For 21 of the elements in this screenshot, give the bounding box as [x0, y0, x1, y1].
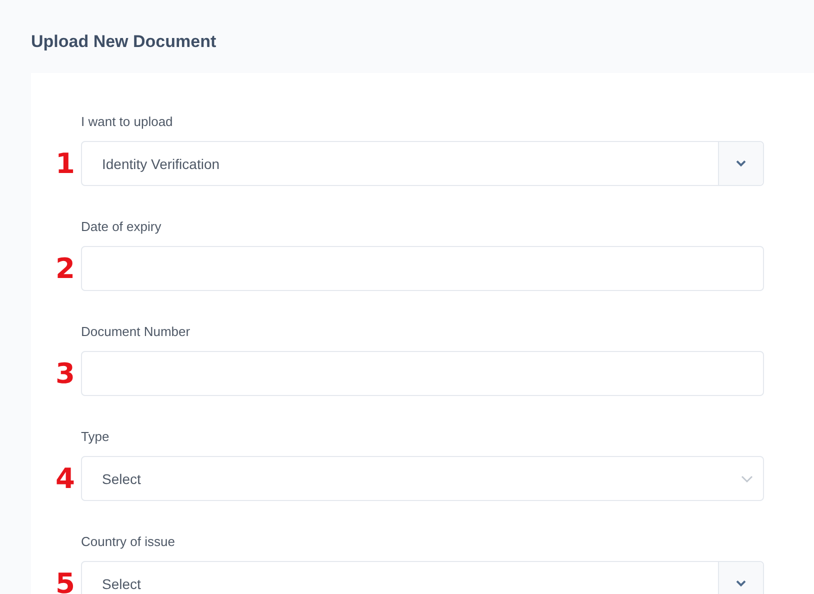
- dropdown-button[interactable]: [718, 142, 763, 185]
- input-field[interactable]: [81, 246, 764, 291]
- step-number: 4: [54, 461, 76, 497]
- dropdown-button[interactable]: [718, 562, 763, 594]
- select-field[interactable]: Identity Verification: [81, 141, 764, 186]
- step-number: 2: [54, 251, 76, 287]
- select-field[interactable]: Select: [81, 561, 764, 594]
- page-title: Upload New Document: [31, 31, 218, 53]
- input-field[interactable]: [81, 351, 764, 396]
- chevron-icon: [736, 580, 746, 587]
- field-label: I want to upload: [81, 114, 174, 130]
- chevron-icon: [736, 160, 746, 167]
- chevron-icon: [741, 474, 753, 482]
- field-label: Type: [81, 429, 110, 445]
- step-number: 1: [54, 146, 76, 182]
- field-label: Date of expiry: [81, 219, 162, 235]
- step-number: 3: [54, 356, 76, 392]
- step-number: 5: [54, 566, 76, 594]
- field-label: Document Number: [81, 324, 192, 340]
- field-label: Country of issue: [81, 534, 176, 550]
- select-field[interactable]: Select: [81, 456, 764, 501]
